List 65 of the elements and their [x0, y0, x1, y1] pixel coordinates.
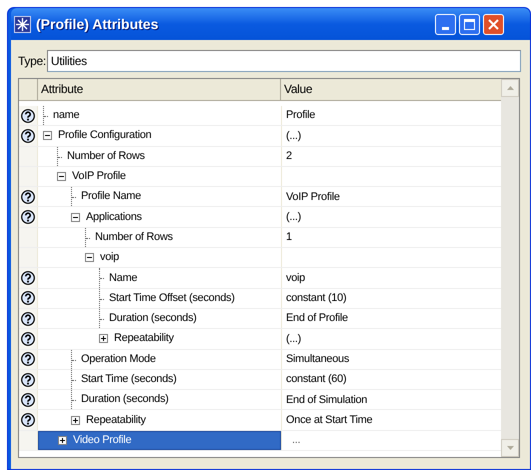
attribute-value[interactable]: constant (60) — [286, 371, 346, 388]
help-icon[interactable] — [21, 312, 35, 326]
column-header[interactable]: Value — [281, 79, 501, 100]
attribute-value[interactable]: constant (10) — [286, 290, 346, 307]
expand-icon[interactable] — [99, 334, 108, 344]
attribute-value[interactable]: Once at Start Time — [286, 412, 372, 428]
attribute-name: Profile Name — [80, 189, 142, 204]
expand-icon[interactable] — [71, 416, 80, 425]
minimize-button[interactable] — [435, 14, 456, 34]
type-field[interactable]: Utilities — [46, 50, 521, 72]
attribute-name: Start Time (seconds) — [80, 372, 178, 387]
minimize-icon — [442, 26, 449, 30]
help-icon[interactable] — [21, 392, 35, 407]
help-icon[interactable] — [21, 372, 35, 386]
attribute-value[interactable]: 1 — [286, 229, 292, 246]
help-icon[interactable] — [21, 332, 35, 346]
attribute-value[interactable]: Profile — [286, 107, 316, 124]
attribute-name: VoIP Profile — [71, 169, 127, 184]
attribute-value[interactable]: End of Profile — [286, 310, 348, 327]
attribute-name: Number of Rows — [66, 148, 146, 164]
attribute-value[interactable]: (...) — [286, 208, 301, 226]
attribute-value[interactable]: voip — [286, 270, 305, 286]
help-icon[interactable] — [21, 352, 35, 366]
attribute-name: voip — [99, 250, 120, 266]
collapse-icon[interactable] — [57, 172, 66, 182]
help-icon[interactable] — [21, 291, 35, 306]
app-icon — [14, 16, 31, 32]
help-icon[interactable] — [21, 128, 35, 143]
selected-row[interactable]: Video Profile — [38, 430, 281, 450]
expand-icon[interactable] — [58, 436, 67, 445]
attribute-name: Operation Mode — [80, 352, 157, 367]
collapse-icon[interactable] — [71, 212, 80, 222]
attribute-name: Repeatability — [85, 412, 147, 428]
attribute-name: Start Time Offset (seconds) — [108, 290, 236, 306]
close-button[interactable] — [483, 14, 504, 34]
up-arrow-icon — [506, 86, 514, 90]
attribute-name: Applications — [85, 210, 143, 225]
help-icon[interactable] — [21, 271, 35, 286]
attribute-name: Profile Configuration — [57, 128, 152, 144]
type-label: Type: — [18, 53, 46, 70]
attribute-value[interactable]: (...) — [286, 128, 301, 144]
maximize-icon — [464, 18, 475, 30]
attribute-value[interactable]: VoIP Profile — [286, 188, 340, 206]
column-header[interactable]: Attribute — [38, 79, 281, 100]
attribute-value[interactable]: 2 — [286, 148, 292, 164]
attribute-value[interactable]: (...) — [286, 330, 301, 348]
collapse-icon[interactable] — [43, 131, 52, 140]
help-icon[interactable] — [21, 413, 35, 428]
help-icon[interactable] — [21, 210, 35, 224]
attribute-name: Duration (seconds) — [108, 311, 198, 326]
help-icon[interactable] — [21, 108, 35, 123]
maximize-button[interactable] — [459, 14, 480, 34]
collapse-icon[interactable] — [85, 253, 94, 262]
window-title: (Profile) Attributes — [36, 14, 158, 34]
close-icon — [488, 18, 499, 30]
attribute-name: name — [52, 108, 80, 124]
attribute-name: Duration (seconds) — [80, 392, 170, 408]
attribute-value[interactable]: End of Simulation — [286, 392, 368, 408]
attribute-name: Repeatability — [113, 331, 175, 346]
help-icon[interactable] — [21, 190, 35, 204]
down-arrow-icon — [506, 446, 514, 450]
attribute-value[interactable]: Simultaneous — [286, 350, 350, 368]
attribute-name: Number of Rows — [94, 230, 174, 245]
attribute-value[interactable]: ... — [292, 432, 300, 449]
attribute-name: Name — [108, 270, 138, 286]
